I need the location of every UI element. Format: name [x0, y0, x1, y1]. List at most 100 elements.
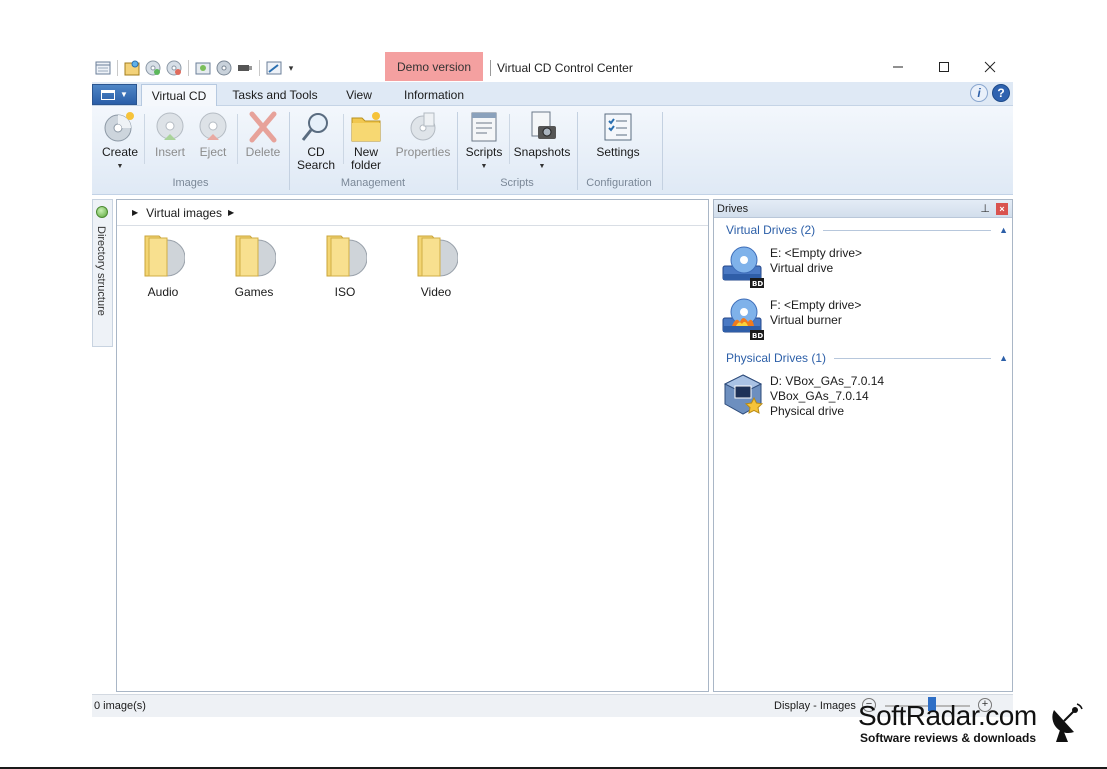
drive-details: D: VBox_GAs_7.0.14 VBox_GAs_7.0.14 Physi…: [770, 374, 884, 419]
scripts-icon: [467, 110, 501, 144]
folder-item-iso[interactable]: ISO: [305, 232, 385, 299]
maximize-button[interactable]: [929, 56, 959, 78]
drive-item-f[interactable]: BD F: <Empty drive> Virtual burner: [720, 296, 1000, 346]
eject-button[interactable]: Eject: [193, 110, 233, 159]
drive-name: D: VBox_GAs_7.0.14: [770, 374, 885, 388]
disc-create-icon: [103, 110, 137, 144]
ribbon-tab-row: ▼ Virtual CD Tasks and Tools View Inform…: [92, 82, 1013, 107]
scripts-button[interactable]: Scripts ▼: [463, 110, 505, 173]
group-label-management: Management: [340, 177, 406, 189]
folder-item-games[interactable]: Games: [214, 232, 294, 299]
disc-icon[interactable]: [215, 59, 233, 77]
screen: ▾ Demo version Virtual CD Control Center…: [0, 0, 1107, 769]
drive-name: E: <Empty drive>: [770, 246, 863, 260]
drive-type: Virtual drive: [770, 261, 834, 275]
close-icon[interactable]: ×: [996, 203, 1008, 215]
qat-separator: [188, 60, 189, 76]
svg-text:BD: BD: [752, 280, 763, 288]
create-label: Create: [101, 145, 139, 159]
qat-customize-icon[interactable]: ▾: [286, 59, 296, 77]
demo-version-badge: Demo version: [385, 52, 483, 81]
drive-type: Virtual burner: [770, 313, 842, 327]
snapshot-camera-icon: [525, 110, 559, 144]
watermark-brand: SoftRadar.com: [858, 700, 1037, 731]
insert-button[interactable]: Insert: [150, 110, 190, 159]
tab-information[interactable]: Information: [395, 84, 473, 106]
delete-button[interactable]: Delete: [242, 110, 284, 159]
app-window: ▾ Demo version Virtual CD Control Center…: [92, 52, 1013, 717]
info-icon[interactable]: i: [970, 84, 988, 102]
satellite-dish-icon: [1052, 703, 1083, 742]
chevron-down-icon: ▼: [538, 163, 546, 170]
breadcrumb-chevron-icon[interactable]: ▶: [228, 208, 234, 217]
folder-item-audio[interactable]: Audio: [123, 232, 203, 299]
directory-structure-strip[interactable]: Directory structure: [92, 199, 113, 347]
close-button[interactable]: [975, 56, 1005, 78]
virtual-drives-heading: Virtual Drives (2): [726, 223, 816, 237]
folder-label: Audio: [147, 285, 179, 299]
application-menu-button[interactable]: ▼: [92, 84, 137, 105]
window-title: Virtual CD Control Center: [497, 61, 633, 75]
virtual-drives-section[interactable]: Virtual Drives (2) ▲: [726, 222, 1008, 238]
group-separator: [662, 112, 663, 190]
button-separator: [144, 114, 145, 164]
help-icon[interactable]: ?: [992, 84, 1010, 102]
button-separator: [343, 114, 344, 164]
qat-separator: [117, 60, 118, 76]
settings-button[interactable]: Settings: [592, 110, 644, 159]
edit-icon[interactable]: [265, 59, 283, 77]
display-mode-label: Display - Images: [774, 700, 856, 712]
copy-disc-icon[interactable]: [194, 59, 212, 77]
drive-details: F: <Empty drive> Virtual burner: [770, 298, 861, 328]
folder-icon: [144, 235, 185, 277]
drive-item-d[interactable]: D: VBox_GAs_7.0.14 VBox_GAs_7.0.14 Physi…: [720, 372, 1000, 422]
drive-volume: VBox_GAs_7.0.14: [770, 389, 869, 403]
scripts-label: Scripts: [465, 145, 503, 159]
disc-add-icon[interactable]: [144, 59, 162, 77]
window-icon[interactable]: [94, 59, 112, 77]
image-icon[interactable]: [123, 59, 141, 77]
snapshots-label: Snapshots: [513, 145, 571, 159]
breadcrumb-root-arrow-icon[interactable]: ▶: [132, 208, 138, 217]
images-panel: ▶ Virtual images ▶ Audio Games ISO Video: [116, 199, 709, 692]
physical-drives-section[interactable]: Physical Drives (1) ▲: [726, 350, 1008, 366]
new-folder-label-2: folder: [350, 158, 382, 172]
create-button[interactable]: Create ▼: [100, 110, 140, 173]
folder-label: Video: [420, 285, 452, 299]
title-bar: ▾ Demo version Virtual CD Control Center: [92, 52, 1013, 82]
physical-drives-heading: Physical Drives (1): [726, 351, 827, 365]
folder-item-video[interactable]: Video: [396, 232, 476, 299]
properties-button[interactable]: Properties: [392, 110, 454, 159]
drive-item-e[interactable]: BD E: <Empty drive> Virtual drive: [720, 244, 1000, 294]
drive-name: F: <Empty drive>: [770, 298, 862, 312]
minimize-button[interactable]: [883, 56, 913, 78]
app-menu-icon: [101, 89, 116, 100]
snapshots-button[interactable]: Snapshots ▼: [513, 110, 571, 173]
softradar-watermark: SoftRadar.com Software reviews & downloa…: [858, 700, 1088, 748]
breadcrumb-item[interactable]: Virtual images: [146, 206, 222, 220]
disc-eject-icon[interactable]: [165, 59, 183, 77]
bd-drive-icon: BD: [722, 246, 764, 288]
chevron-up-icon[interactable]: ▲: [999, 225, 1008, 235]
properties-icon: [406, 110, 440, 144]
button-separator: [509, 114, 510, 164]
tab-virtual-cd[interactable]: Virtual CD: [141, 84, 217, 107]
watermark-tagline: Software reviews & downloads: [860, 731, 1037, 745]
folder-icon: [417, 235, 458, 277]
disc-eject-icon: [196, 110, 230, 144]
tab-tasks-and-tools[interactable]: Tasks and Tools: [227, 84, 323, 106]
settings-label: Settings: [596, 145, 640, 159]
usb-icon[interactable]: [236, 59, 254, 77]
group-label-configuration: Configuration: [586, 177, 652, 189]
tab-view[interactable]: View: [338, 84, 380, 106]
directory-structure-label: Directory structure: [95, 226, 107, 316]
chevron-down-icon: ▼: [120, 90, 128, 99]
delete-x-icon: [246, 110, 280, 144]
new-folder-icon: [349, 110, 383, 144]
pin-icon[interactable]: ⊥: [980, 202, 990, 215]
chevron-up-icon[interactable]: ▲: [999, 353, 1008, 363]
cd-search-button[interactable]: CD Search: [295, 110, 337, 172]
properties-label: Properties: [395, 145, 451, 159]
new-folder-button[interactable]: New folder: [345, 110, 387, 172]
drives-panel-title: Drives: [717, 203, 749, 215]
